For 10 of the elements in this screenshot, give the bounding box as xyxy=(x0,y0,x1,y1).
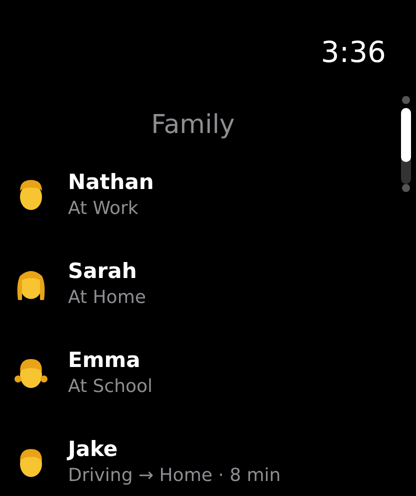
member-status: Driving → Home · 8 min xyxy=(68,464,281,488)
member-status: At Work xyxy=(68,197,138,221)
clock-time: 3:36 xyxy=(320,34,386,70)
member-name[interactable]: Jake xyxy=(68,435,118,463)
member-name[interactable]: Emma xyxy=(68,346,140,374)
member-status: At School xyxy=(68,375,153,399)
member-name[interactable]: Sarah xyxy=(68,257,137,285)
member-name[interactable]: Nathan xyxy=(68,168,154,196)
screen-title: Family xyxy=(151,109,235,141)
member-status: At Home xyxy=(68,286,146,310)
